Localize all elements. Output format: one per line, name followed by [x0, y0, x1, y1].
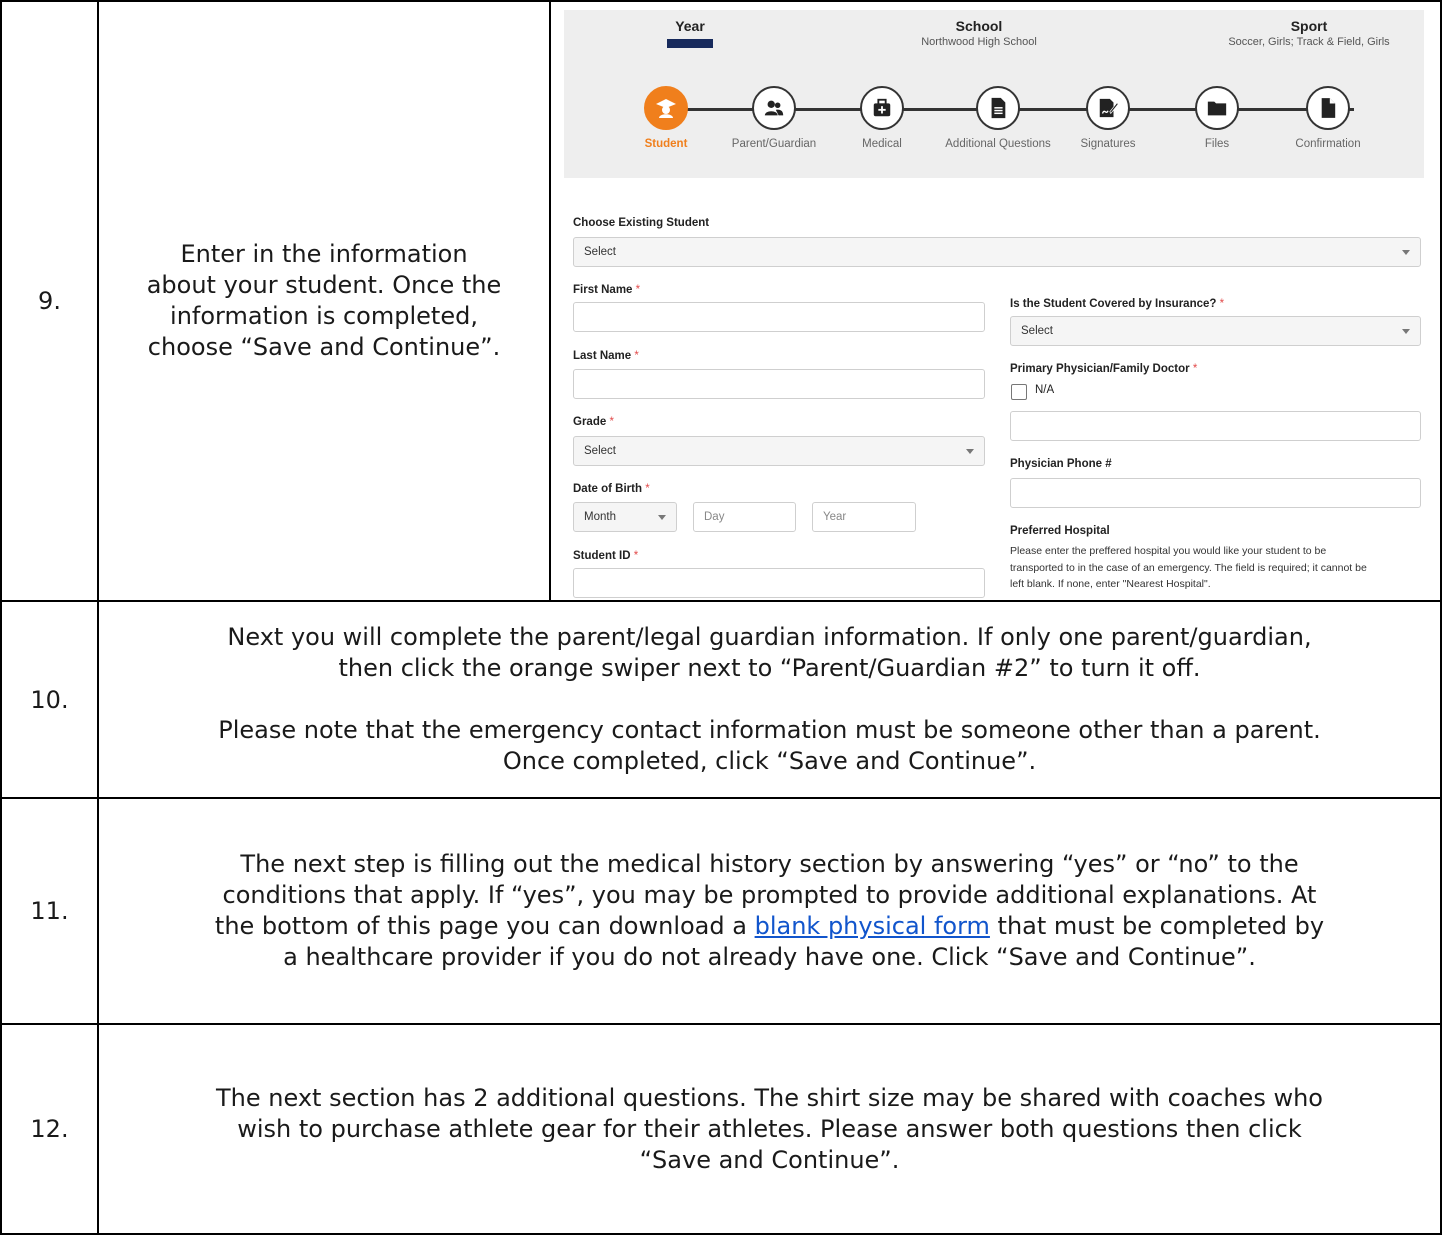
- description-line: then click the orange swiper next to “Pa…: [338, 654, 1201, 682]
- step-number: 11.: [0, 797, 99, 1025]
- step-number: 12.: [0, 1023, 99, 1235]
- step-number: 10.: [0, 600, 99, 799]
- day-placeholder: Day: [704, 511, 725, 523]
- school-title: School: [955, 18, 1003, 34]
- step-number: 9.: [0, 0, 99, 602]
- step-label: Parent/Guardian: [731, 138, 817, 150]
- chevron-down-icon: [1402, 329, 1410, 334]
- description-line: conditions that apply. If “yes”, you may…: [222, 881, 1317, 909]
- description-line: about your student. Once the: [146, 271, 502, 299]
- insurance-label: Is the Student Covered by Insurance? *: [1010, 298, 1225, 310]
- physician-phone-input[interactable]: [1010, 478, 1421, 508]
- step-additional-questions[interactable]: Additional Questions: [938, 86, 1058, 150]
- choose-existing-select[interactable]: Select: [573, 237, 1421, 267]
- physician-input[interactable]: [1010, 411, 1421, 441]
- sport-value: Soccer, Girls; Track & Field, Girls: [1228, 36, 1390, 48]
- sport-title: Sport: [1290, 18, 1328, 34]
- users-icon: [752, 86, 796, 130]
- table-row: 11. The next step is filling out the med…: [0, 797, 1442, 1025]
- description-line: a healthcare provider if you do not alre…: [283, 943, 1256, 971]
- select-value: Select: [1021, 325, 1053, 337]
- step-label: Confirmation: [1295, 138, 1361, 150]
- step-label: Files: [1204, 138, 1230, 150]
- embedded-screenshot: Year School Northwood High School Sport …: [549, 0, 1442, 602]
- hospital-label: Preferred Hospital: [1010, 525, 1110, 537]
- select-value: Month: [584, 511, 616, 523]
- signature-icon: [1086, 86, 1130, 130]
- hospital-help-text: Please enter the preffered hospital you …: [1010, 543, 1430, 593]
- description-line: the bottom of this page you can download…: [214, 912, 1325, 940]
- physician-label: Primary Physician/Family Doctor *: [1010, 363, 1198, 375]
- help-line: transported to in the case of an emergen…: [1010, 561, 1367, 574]
- na-label: N/A: [1035, 384, 1055, 396]
- registration-header: Year School Northwood High School Sport …: [564, 10, 1424, 178]
- student-id-input[interactable]: [573, 568, 985, 598]
- step-label: Student: [644, 138, 688, 150]
- step-confirmation[interactable]: Confirmation: [1268, 86, 1388, 150]
- graduate-icon: [644, 86, 688, 130]
- dob-label: Date of Birth *: [573, 483, 650, 495]
- chevron-down-icon: [658, 515, 666, 520]
- chevron-down-icon: [1402, 250, 1410, 255]
- file-icon: [1306, 86, 1350, 130]
- description-line: Enter in the information: [180, 240, 468, 268]
- school-header: School Northwood High School: [899, 18, 1059, 48]
- step-description: The next step is filling out the medical…: [97, 797, 1442, 1025]
- description-line: The next section has 2 additional questi…: [216, 1083, 1323, 1112]
- table-row: 9. Enter in the information about your s…: [0, 0, 1442, 602]
- grade-label: Grade *: [573, 416, 614, 428]
- na-checkbox[interactable]: [1011, 384, 1027, 400]
- table-row: 12. The next section has 2 additional qu…: [0, 1023, 1442, 1235]
- help-line: Please enter the preffered hospital you …: [1010, 545, 1327, 557]
- step-files[interactable]: Files: [1157, 86, 1277, 150]
- year-title: Year: [675, 18, 705, 34]
- last-name-label: Last Name *: [573, 350, 639, 362]
- description-line: Once completed, click “Save and Continue…: [502, 747, 1037, 775]
- select-value: Select: [584, 246, 616, 258]
- first-name-input[interactable]: [573, 302, 985, 332]
- description-line: Next you will complete the parent/legal …: [227, 623, 1312, 651]
- description-line: “Save and Continue”.: [639, 1145, 900, 1174]
- choose-existing-label: Choose Existing Student: [573, 217, 710, 229]
- student-id-label: Student ID *: [573, 550, 639, 562]
- step-label: Additional Questions: [945, 138, 1051, 150]
- document-icon: [976, 86, 1020, 130]
- description-line: information is completed,: [170, 302, 478, 330]
- description-line: The next step is filling out the medical…: [240, 850, 1299, 878]
- sport-header: Sport Soccer, Girls; Track & Field, Girl…: [1204, 18, 1414, 48]
- step-parent-guardian[interactable]: Parent/Guardian: [714, 86, 834, 150]
- step-description: The next section has 2 additional questi…: [97, 1023, 1442, 1235]
- step-medical[interactable]: Medical: [822, 86, 942, 150]
- step-label: Signatures: [1080, 138, 1136, 150]
- step-description: Enter in the information about your stud…: [97, 0, 551, 602]
- dob-day-input[interactable]: Day: [693, 502, 796, 532]
- last-name-input[interactable]: [573, 369, 985, 399]
- year-value-bar: [667, 39, 713, 48]
- school-value: Northwood High School: [921, 36, 1037, 48]
- grade-select[interactable]: Select: [573, 436, 985, 466]
- dob-month-select[interactable]: Month: [573, 502, 677, 532]
- physician-phone-label: Physician Phone #: [1010, 458, 1112, 470]
- year-placeholder: Year: [823, 511, 847, 523]
- medkit-icon: [860, 86, 904, 130]
- description-line: Please note that the emergency contact i…: [218, 716, 1321, 744]
- select-value: Select: [584, 445, 616, 457]
- step-student[interactable]: Student: [606, 86, 726, 150]
- table-row: 10. Next you will complete the parent/le…: [0, 600, 1442, 799]
- blank-physical-form-link[interactable]: blank physical form: [755, 912, 990, 940]
- dob-year-input[interactable]: Year: [812, 502, 916, 532]
- year-header: Year: [650, 18, 730, 48]
- step-description: Next you will complete the parent/legal …: [97, 600, 1442, 799]
- instructions-table: 9. Enter in the information about your s…: [0, 0, 1442, 1235]
- chevron-down-icon: [966, 449, 974, 454]
- description-line: choose “Save and Continue”.: [147, 333, 501, 361]
- first-name-label: First Name *: [573, 284, 641, 296]
- description-line: wish to purchase athlete gear for their …: [237, 1114, 1302, 1143]
- step-label: Medical: [862, 138, 902, 150]
- insurance-select[interactable]: Select: [1010, 316, 1421, 346]
- folder-icon: [1195, 86, 1239, 130]
- help-line: left blank. If none, enter "Nearest Hosp…: [1010, 578, 1211, 590]
- step-signatures[interactable]: Signatures: [1048, 86, 1168, 150]
